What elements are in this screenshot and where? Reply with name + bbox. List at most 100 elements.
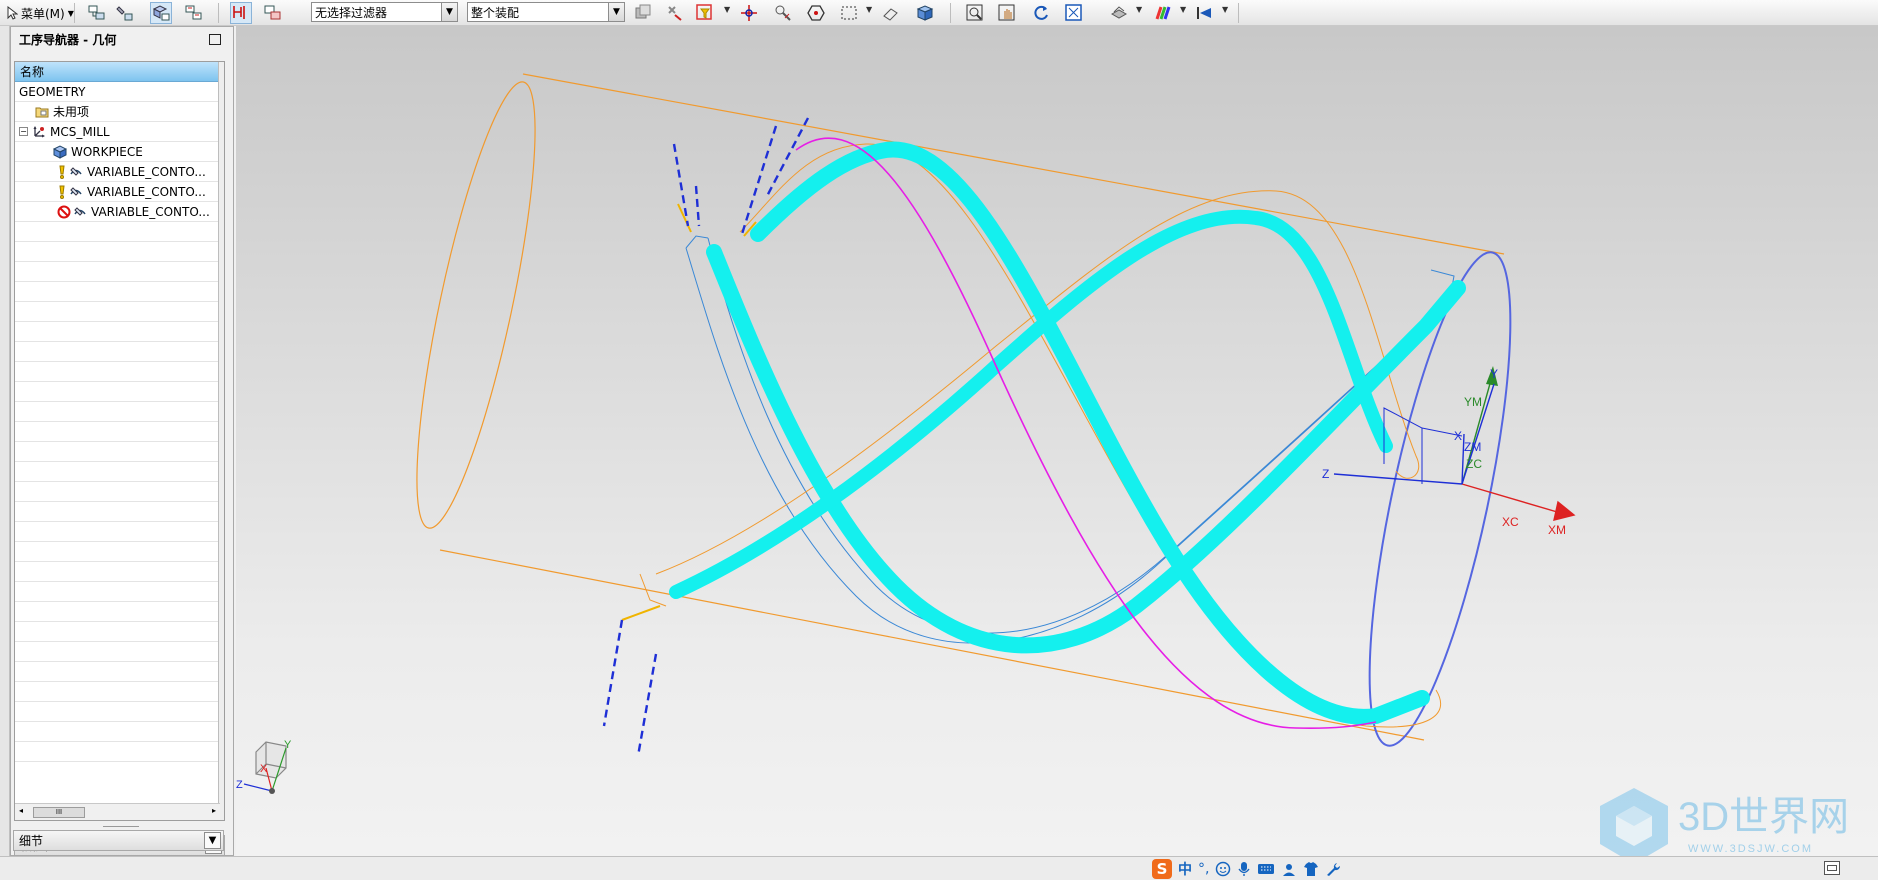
wrench-icon[interactable]	[1325, 861, 1341, 877]
triad-label-z: Z	[236, 779, 243, 791]
rectangle-select-button[interactable]	[838, 2, 860, 24]
tree-row-operation[interactable]: VARIABLE_CONTO...	[15, 182, 220, 202]
caret-down-icon[interactable]: ▼	[724, 5, 730, 14]
sogou-logo-icon[interactable]: S	[1152, 859, 1172, 879]
ime-mode-toggle[interactable]: 中	[1178, 859, 1192, 879]
keyboard-icon[interactable]	[1257, 862, 1275, 876]
maximize-icon[interactable]	[209, 34, 221, 45]
fit-view-button[interactable]	[1063, 2, 1085, 24]
user-icon[interactable]	[1281, 861, 1297, 877]
zoom-button[interactable]	[964, 2, 986, 24]
collapse-toggle-icon[interactable]: −	[19, 127, 28, 136]
mcs-icon	[33, 125, 45, 137]
method-view-icon	[185, 5, 202, 20]
face-analysis-button[interactable]	[1152, 2, 1174, 24]
verify-toolpath-button[interactable]	[262, 2, 284, 24]
empty-row	[15, 622, 220, 642]
xc-axis	[1461, 483, 1565, 515]
empty-row	[15, 722, 220, 742]
graphics-viewport[interactable]: YM Y ZM ZC X XC XM Z Y Z X	[236, 26, 1878, 856]
empty-row	[15, 602, 220, 622]
snap-settings-icon	[775, 5, 791, 21]
window-restore-icon[interactable]	[1824, 861, 1840, 875]
rectangle-select-icon	[841, 6, 857, 20]
z-axis	[1333, 473, 1463, 485]
empty-row	[15, 542, 220, 562]
chevron-down-icon[interactable]: ▼	[204, 832, 221, 849]
zoom-icon	[966, 4, 983, 21]
empty-row	[15, 582, 220, 602]
tree-row-geometry[interactable]: GEOMETRY	[15, 82, 220, 102]
horizontal-scrollbar[interactable]: ◂ III ▸	[15, 803, 220, 820]
shirt-icon[interactable]	[1303, 861, 1319, 877]
polygon-select-button[interactable]	[805, 2, 827, 24]
caret-down-icon[interactable]: ▼	[1136, 5, 1142, 14]
column-header-name[interactable]: 名称	[15, 62, 220, 82]
pan-hand-icon	[998, 4, 1015, 21]
tree-row-operation[interactable]: VARIABLE_CONTO...	[15, 202, 220, 222]
program-order-view-button[interactable]	[86, 2, 108, 24]
emoji-icon[interactable]	[1215, 861, 1231, 877]
scroll-right-icon[interactable]: ▸	[212, 806, 216, 815]
pan-button[interactable]	[996, 2, 1018, 24]
left-resource-bar[interactable]	[0, 26, 10, 856]
microphone-icon[interactable]	[1237, 861, 1251, 877]
geometry-view-button[interactable]	[150, 2, 172, 24]
generate-toolpath-button[interactable]	[230, 2, 252, 24]
program-order-icon	[88, 5, 105, 20]
menu-chevron-icon: ▼	[67, 8, 74, 18]
assembly-scope-dropdown[interactable]: 整个装配 ▼	[467, 2, 625, 22]
ime-punctuation-toggle[interactable]: °,	[1198, 861, 1209, 877]
watermark-url: WWW.3DSJW.COM	[1688, 843, 1813, 855]
rotate-button[interactable]	[1030, 2, 1052, 24]
method-view-button[interactable]	[183, 2, 205, 24]
eraser-icon	[883, 8, 898, 21]
edit-object-display-button[interactable]	[880, 2, 902, 24]
scroll-left-icon[interactable]: ◂	[19, 806, 23, 815]
scroll-thumb[interactable]: III	[33, 807, 85, 818]
variable-contour-icon	[70, 166, 82, 176]
hexagon-icon	[807, 5, 825, 21]
vertical-scrollbar[interactable]	[218, 62, 224, 820]
select-features-button[interactable]	[632, 2, 654, 24]
empty-row	[15, 682, 220, 702]
main-toolbar: 菜单(M) ▼ 无选择过滤器 ▼ 整个装配 ▼ ▼ ▼ ▼ ▼ ▼	[0, 0, 1878, 26]
machine-tool-icon	[116, 6, 133, 21]
menu-button[interactable]: 菜单(M) ▼	[2, 2, 78, 24]
empty-row	[15, 342, 220, 362]
warning-status-icon	[59, 165, 65, 179]
snap-point-icon	[741, 5, 757, 21]
details-label: 细节	[19, 834, 44, 848]
menu-label: 菜单(M)	[21, 6, 65, 21]
menu-cursor-icon	[7, 6, 18, 20]
tree-row-workpiece[interactable]: WORKPIECE	[15, 142, 220, 162]
axis-label-xm: XM	[1548, 523, 1566, 537]
caret-down-icon[interactable]: ▼	[1222, 5, 1228, 14]
render-style-button[interactable]	[1108, 2, 1130, 24]
tree-row-mcs-mill[interactable]: − MCS_MILL	[15, 122, 220, 142]
caret-down-icon[interactable]: ▼	[1180, 5, 1186, 14]
toolbar-separator	[74, 3, 75, 23]
general-selection-button[interactable]	[694, 2, 716, 24]
toolpath-generate-icon	[233, 6, 245, 19]
snap-point-button[interactable]	[738, 2, 760, 24]
shaded-view-button[interactable]	[914, 2, 936, 24]
axis-label-y: Y	[1490, 367, 1498, 381]
deselect-button[interactable]	[664, 2, 686, 24]
view-orientation-button[interactable]	[1194, 2, 1216, 24]
toolpath-lower-left-to-right	[706, 244, 1466, 654]
ime-toolbar: S 中 °,	[1152, 859, 1341, 879]
blank-left-end	[416, 81, 536, 529]
snap-settings-button[interactable]	[772, 2, 794, 24]
selection-filter-dropdown[interactable]: 无选择过滤器 ▼	[311, 2, 458, 22]
caret-down-icon[interactable]: ▼	[866, 5, 872, 14]
toolpath-ribbons	[669, 141, 1466, 725]
blank-top-edge	[522, 73, 1505, 255]
tree-row-operation[interactable]: VARIABLE_CONTO...	[15, 162, 220, 182]
details-section[interactable]: 细节 ▼	[13, 830, 224, 851]
tree-row-unused[interactable]: 未用项	[15, 102, 220, 122]
empty-row	[15, 322, 220, 342]
tree-row-label: VARIABLE_CONTO...	[91, 204, 210, 219]
navigator-title: 工序导航器 - 几何	[19, 32, 117, 47]
machine-tool-view-button[interactable]	[114, 2, 136, 24]
